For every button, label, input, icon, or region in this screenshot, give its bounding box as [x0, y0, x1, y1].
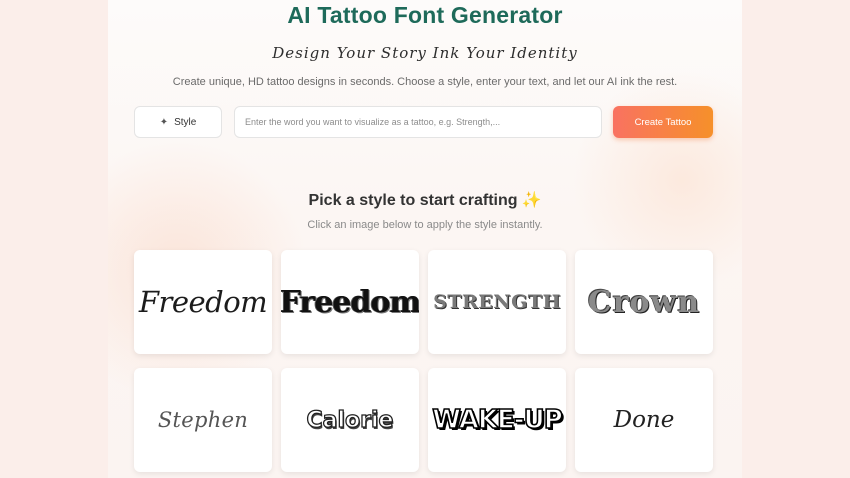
page-title: AI Tattoo Font Generator: [287, 2, 563, 28]
gallery-title-text: Pick a style to start crafting: [308, 192, 518, 209]
style-sample: Freedom: [281, 284, 419, 320]
style-gallery: Freedom Freedom STRENGTH Crown Stephen C…: [134, 250, 714, 472]
style-card-strength[interactable]: STRENGTH: [428, 250, 566, 354]
create-tattoo-button[interactable]: Create Tattoo: [613, 106, 713, 138]
style-sample: Done: [613, 407, 675, 433]
style-card-crown[interactable]: Crown: [575, 250, 713, 354]
style-button[interactable]: ✦ Style: [134, 106, 222, 138]
style-card-freedom-gothic[interactable]: Freedom: [281, 250, 419, 354]
tagline: Design Your Story Ink Your Identity: [272, 44, 578, 62]
style-sample: WAKE-UP: [431, 404, 563, 436]
style-card-done[interactable]: Done: [575, 368, 713, 472]
sparkles-icon: ✨: [521, 192, 542, 209]
main-panel: AI Tattoo Font Generator Design Your Sto…: [108, 0, 742, 478]
style-sample: Calorie: [306, 407, 394, 433]
page-description: Create unique, HD tattoo designs in seco…: [172, 76, 678, 88]
gallery-title: Pick a style to start crafting ✨: [108, 190, 742, 210]
style-button-label: Style: [174, 116, 197, 128]
tattoo-text-input[interactable]: [234, 106, 602, 138]
style-sample: Freedom: [138, 285, 268, 319]
style-card-wake-up[interactable]: WAKE-UP: [428, 368, 566, 472]
style-sample: Stephen: [157, 408, 249, 432]
style-card-stephen[interactable]: Stephen: [134, 368, 272, 472]
style-card-calorie[interactable]: Calorie: [281, 368, 419, 472]
style-card-freedom-script[interactable]: Freedom: [134, 250, 272, 354]
sparkle-wand-icon: ✦: [159, 116, 169, 128]
style-sample: STRENGTH: [433, 291, 561, 313]
style-sample: Crown: [587, 284, 701, 320]
gallery-subtitle: Click an image below to apply the style …: [307, 219, 543, 231]
